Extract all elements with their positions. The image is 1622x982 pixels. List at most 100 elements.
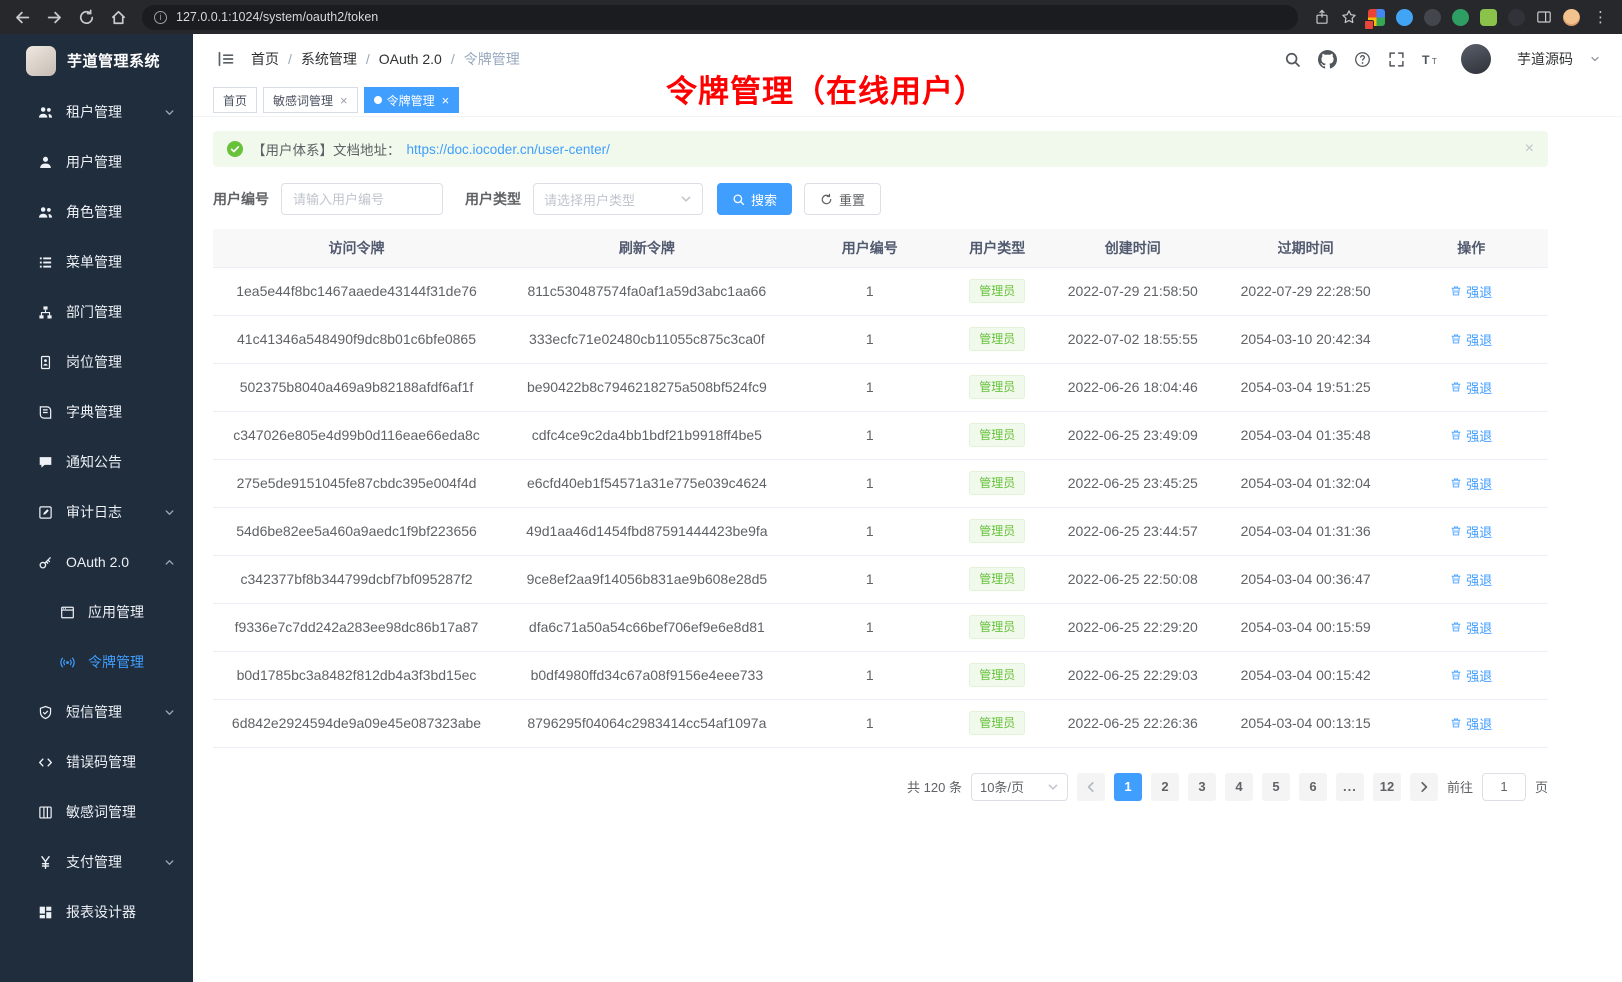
bookmark-star-icon[interactable]	[1341, 9, 1357, 25]
tab-close-icon[interactable]: ×	[340, 94, 348, 107]
expire-time-cell: 2054-03-04 00:15:59	[1217, 603, 1395, 651]
share-icon[interactable]	[1314, 9, 1330, 25]
user-avatar[interactable]	[1461, 44, 1491, 74]
goto-page-input[interactable]	[1482, 773, 1526, 801]
sidebar-item-oauth2[interactable]: OAuth 2.0	[0, 537, 193, 587]
create-time-cell: 2022-07-29 21:58:50	[1049, 267, 1217, 315]
table-row: b0d1785bc3a8482f812db4a3f3bd15ecb0df4980…	[213, 651, 1548, 699]
sidebar-item-sensitive-word[interactable]: 敏感词管理	[0, 787, 193, 837]
refresh-token-cell: 9ce8ef2aa9f14056b831ae9b608e28d5	[500, 555, 794, 603]
user-type-select[interactable]: 请选择用户类型	[533, 183, 703, 215]
force-logout-button[interactable]: 强退	[1450, 282, 1492, 301]
breadcrumb-item[interactable]: 首页	[251, 49, 279, 69]
user-id-input[interactable]	[281, 183, 443, 215]
search-icon[interactable]	[1284, 51, 1301, 68]
browser-menu-icon[interactable]: ⋮	[1593, 8, 1608, 26]
browser-home-button[interactable]	[110, 9, 127, 26]
sidebar-toggle-button[interactable]	[217, 50, 235, 68]
browser-forward-button[interactable]	[46, 9, 63, 26]
alert-close-icon[interactable]: ×	[1525, 141, 1534, 157]
sidebar-item-sms[interactable]: 短信管理	[0, 687, 193, 737]
help-icon[interactable]	[1354, 51, 1371, 68]
sidebar-item-label: 支付管理	[66, 852, 122, 872]
sidebar-item-menu[interactable]: 菜单管理	[0, 237, 193, 287]
next-page-button[interactable]	[1410, 773, 1438, 801]
tab-label: 令牌管理	[387, 92, 435, 109]
page-button-6[interactable]: 6	[1299, 773, 1327, 801]
search-button[interactable]: 搜索	[717, 183, 792, 215]
page-button-4[interactable]: 4	[1225, 773, 1253, 801]
sidebar-item-dept[interactable]: 部门管理	[0, 287, 193, 337]
sidebar-item-label: 敏感词管理	[66, 802, 136, 822]
sidebar-item-notice[interactable]: 通知公告	[0, 437, 193, 487]
tab-token[interactable]: 令牌管理 ×	[364, 87, 460, 113]
column-header: 用户编号	[794, 229, 946, 267]
pagination-more-button[interactable]: ...	[1336, 773, 1364, 801]
column-header: 创建时间	[1049, 229, 1217, 267]
app-logo[interactable]: 芋道管理系统	[0, 34, 193, 87]
sidebar-item-oauth2-app[interactable]: 应用管理	[0, 587, 193, 637]
breadcrumb-item[interactable]: OAuth 2.0	[379, 51, 442, 67]
prev-page-button[interactable]	[1077, 773, 1105, 801]
extension-icon-2[interactable]	[1396, 9, 1413, 26]
extension-icon-6[interactable]	[1508, 9, 1525, 26]
dict-icon	[38, 405, 53, 420]
sidebar-item-report[interactable]: 报表设计器	[0, 887, 193, 937]
refresh-token-cell: 49d1aa46d1454fbd87591444423be9fa	[500, 507, 794, 555]
sidebar-item-role[interactable]: 角色管理	[0, 187, 193, 237]
page-button-2[interactable]: 2	[1151, 773, 1179, 801]
force-logout-button[interactable]: 强退	[1450, 666, 1492, 685]
sidebar-item-oauth2-token[interactable]: 令牌管理	[0, 637, 193, 687]
extension-icon-4[interactable]	[1452, 9, 1469, 26]
browser-back-button[interactable]	[14, 9, 31, 26]
expire-time-cell: 2054-03-04 19:51:25	[1217, 363, 1395, 411]
tab-home[interactable]: 首页	[213, 87, 257, 113]
force-logout-button[interactable]: 强退	[1450, 378, 1492, 397]
page-size-select[interactable]: 10条/页	[971, 773, 1068, 801]
sidebar-item-post[interactable]: 岗位管理	[0, 337, 193, 387]
force-logout-button[interactable]: 强退	[1450, 522, 1492, 541]
sidebar-item-user[interactable]: 用户管理	[0, 137, 193, 187]
extension-icon-5[interactable]	[1480, 9, 1497, 26]
force-logout-button[interactable]: 强退	[1450, 570, 1492, 589]
side-panel-icon[interactable]	[1536, 9, 1552, 25]
tab-close-icon[interactable]: ×	[442, 94, 450, 107]
page-button-12[interactable]: 12	[1373, 773, 1401, 801]
force-logout-button[interactable]: 强退	[1450, 474, 1492, 493]
breadcrumb-item[interactable]: 系统管理	[301, 49, 357, 69]
sidebar-item-error-code[interactable]: 错误码管理	[0, 737, 193, 787]
fullscreen-icon[interactable]	[1388, 51, 1405, 68]
site-info-icon[interactable]: i	[154, 11, 167, 24]
sidebar-item-dict[interactable]: 字典管理	[0, 387, 193, 437]
extension-icon-3[interactable]	[1424, 9, 1441, 26]
expire-time-cell: 2054-03-04 01:35:48	[1217, 411, 1395, 459]
page-button-1[interactable]: 1	[1114, 773, 1142, 801]
address-bar[interactable]: i 127.0.0.1:1024/system/oauth2/token	[142, 5, 1298, 30]
sidebar-item-pay[interactable]: 支付管理	[0, 837, 193, 887]
user-type-placeholder: 请选择用户类型	[544, 190, 635, 209]
github-icon[interactable]	[1318, 50, 1337, 69]
sidebar-item-audit-log[interactable]: 审计日志	[0, 487, 193, 537]
reset-button[interactable]: 重置	[804, 183, 881, 215]
page-button-5[interactable]: 5	[1262, 773, 1290, 801]
force-logout-button[interactable]: 强退	[1450, 714, 1492, 733]
user-name[interactable]: 芋道源码	[1517, 49, 1573, 69]
force-logout-button[interactable]: 强退	[1450, 426, 1492, 445]
browser-reload-button[interactable]	[78, 9, 95, 26]
browser-profile-avatar[interactable]	[1563, 9, 1580, 26]
page-size-value: 10条/页	[980, 777, 1024, 796]
sidebar-item-tenant[interactable]: 租户管理	[0, 87, 193, 137]
force-logout-label: 强退	[1466, 714, 1492, 733]
chevron-down-icon	[164, 507, 175, 518]
force-logout-button[interactable]: 强退	[1450, 618, 1492, 637]
force-logout-button[interactable]: 强退	[1450, 330, 1492, 349]
doc-link[interactable]: https://doc.iocoder.cn/user-center/	[407, 142, 610, 157]
create-time-cell: 2022-06-25 23:49:09	[1049, 411, 1217, 459]
user-menu-caret-icon[interactable]	[1590, 54, 1600, 64]
font-size-icon[interactable]: TT	[1422, 51, 1439, 68]
extension-icon-1[interactable]	[1368, 9, 1385, 26]
tab-sensitive-word[interactable]: 敏感词管理×	[263, 87, 358, 113]
browser-actions: ⋮	[1314, 8, 1608, 26]
user-type-cell: 管理员	[946, 507, 1049, 555]
page-button-3[interactable]: 3	[1188, 773, 1216, 801]
